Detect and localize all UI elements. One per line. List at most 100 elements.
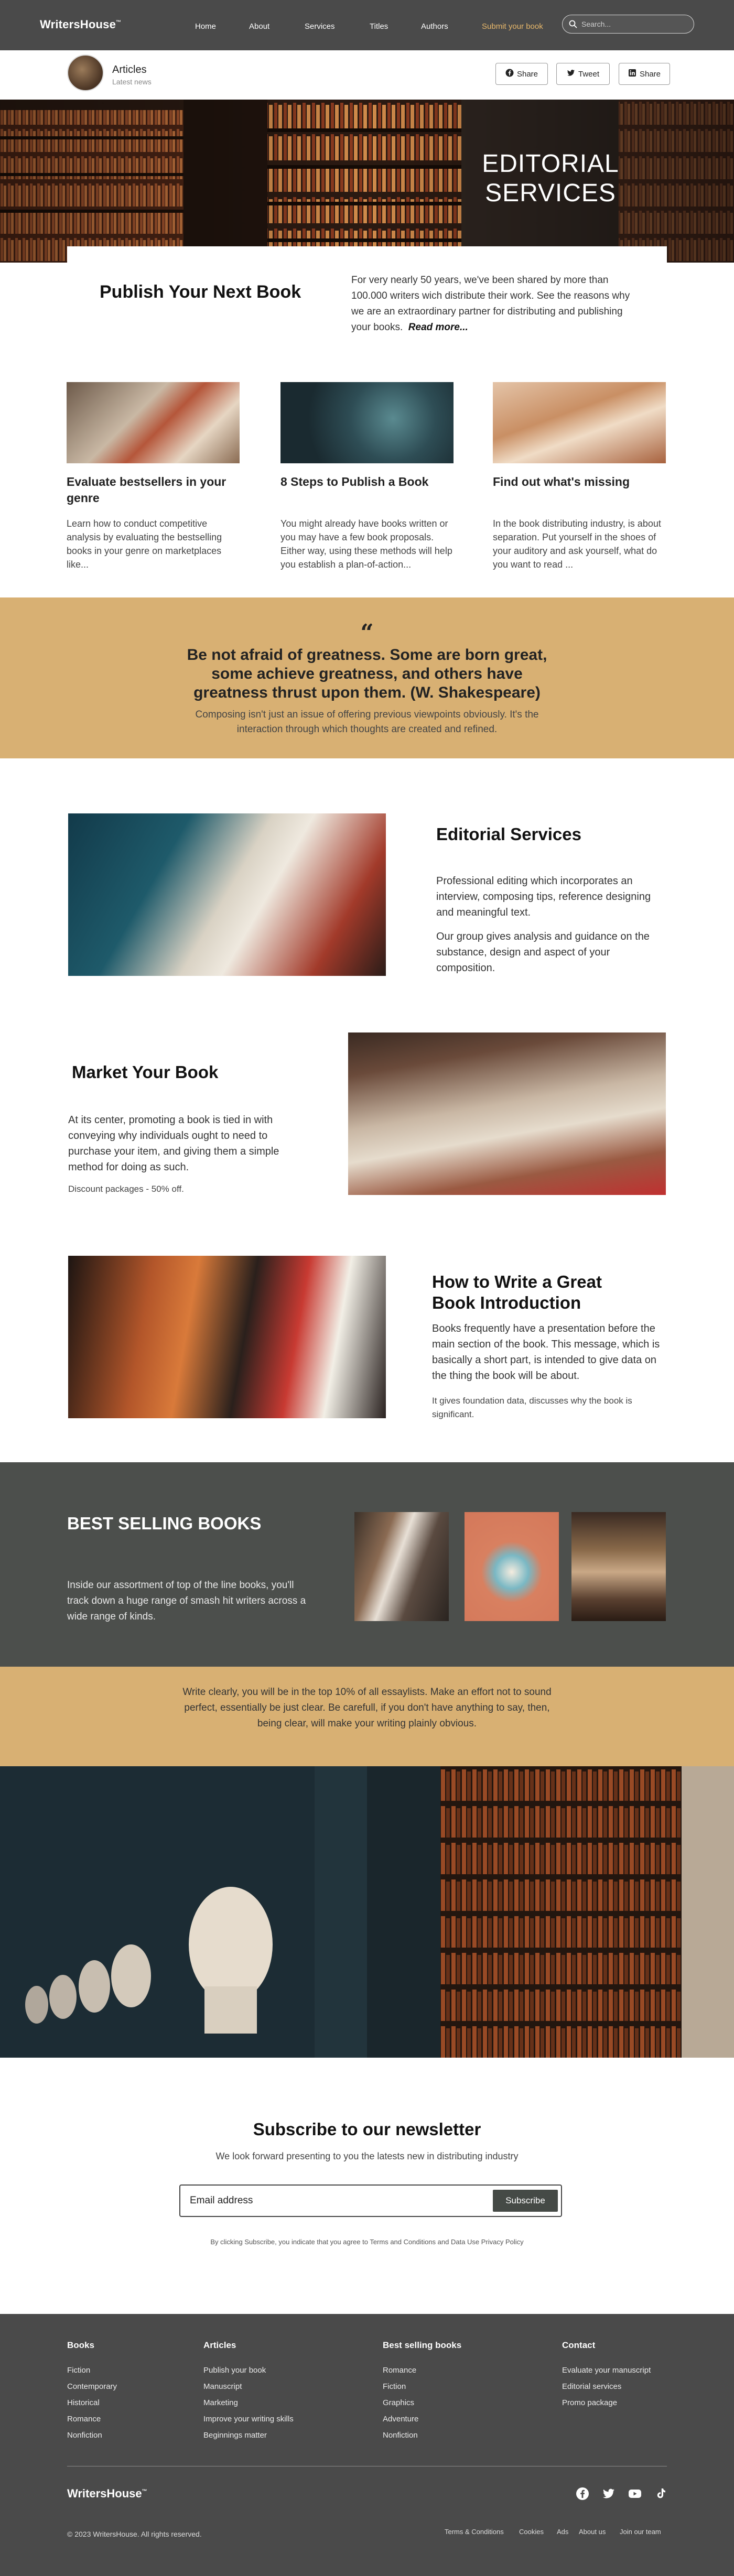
- footer-link[interactable]: Beginnings matter: [203, 2427, 294, 2443]
- card-image-missing[interactable]: [493, 382, 666, 463]
- brand-name: WritersHouse: [40, 18, 116, 31]
- editorial-services-text-2: Our group gives analysis and guidance on…: [436, 931, 650, 974]
- nav-link-submit-book[interactable]: Submit your book: [482, 22, 543, 31]
- quote-mark-icon: “: [360, 619, 374, 646]
- footer-column-title-articles: Articles: [203, 2340, 236, 2350]
- footer-link[interactable]: Improve your writing skills: [203, 2411, 294, 2427]
- library-busts-image: [0, 1766, 734, 2058]
- nav-link-authors[interactable]: Authors: [421, 22, 448, 31]
- footer-link[interactable]: Marketing: [203, 2395, 294, 2411]
- cookies-link[interactable]: Cookies: [519, 2528, 544, 2536]
- intro-body: For very nearly 50 years, we've been sha…: [351, 275, 630, 333]
- brand-trademark: ™: [116, 19, 122, 26]
- twitter-icon: [567, 69, 575, 79]
- brand-logo[interactable]: WritersHouse™: [40, 18, 121, 31]
- footer-column-title-books: Books: [67, 2340, 94, 2350]
- top-navigation: WritersHouse™ Home About Services Titles…: [0, 0, 734, 50]
- footer-link[interactable]: Nonfiction: [383, 2427, 418, 2443]
- quote-text: Be not afraid of greatness. Some are bor…: [187, 646, 547, 701]
- footer-link[interactable]: Promo package: [562, 2395, 651, 2411]
- newsletter-form: Subscribe: [179, 2184, 562, 2217]
- card-image-bestsellers[interactable]: [67, 382, 240, 463]
- footer-link[interactable]: Romance: [67, 2411, 117, 2427]
- search-icon: [569, 20, 577, 28]
- busts-illustration: [0, 1766, 734, 2058]
- footer-list-articles: Publish your book Manuscript Marketing I…: [203, 2362, 294, 2443]
- card-text-bestsellers: Learn how to conduct competitive analysi…: [67, 518, 222, 570]
- tiktok-icon[interactable]: [654, 2487, 668, 2501]
- editorial-services-text-1: Professional editing which incorporates …: [436, 875, 651, 918]
- join-team-link[interactable]: Join our team: [620, 2528, 661, 2536]
- footer-column-title-best-selling: Best selling books: [383, 2340, 462, 2350]
- article-bar-subtitle: Latest news: [112, 78, 152, 86]
- hero-banner: EDITORIAL SERVICES: [0, 100, 734, 263]
- best-selling-image-1[interactable]: [354, 1512, 449, 1621]
- market-book-image: [348, 1032, 666, 1195]
- footer-link[interactable]: Historical: [67, 2395, 117, 2411]
- book-introduction-note: It gives foundation data, discusses why …: [432, 1396, 632, 1419]
- book-introduction-text: Books frequently have a presentation bef…: [432, 1323, 660, 1382]
- tweet-label: Tweet: [578, 69, 600, 79]
- read-more-link[interactable]: Read more...: [408, 322, 468, 333]
- twitter-icon[interactable]: [602, 2487, 616, 2501]
- search-input[interactable]: [581, 19, 686, 29]
- footer-link[interactable]: Contemporary: [67, 2378, 117, 2395]
- footer-list-contact: Evaluate your manuscript Editorial servi…: [562, 2362, 651, 2411]
- intro-text: For very nearly 50 years, we've been sha…: [351, 273, 634, 335]
- about-us-link[interactable]: About us: [579, 2528, 606, 2536]
- share-linkedin-button[interactable]: Share: [619, 63, 670, 85]
- footer-link[interactable]: Fiction: [67, 2362, 117, 2378]
- editorial-services-image: [68, 813, 386, 976]
- share-facebook-button[interactable]: Share: [495, 63, 548, 85]
- footer: Books Fiction Contemporary Historical Ro…: [0, 2314, 734, 2576]
- card-title-bestsellers[interactable]: Evaluate bestsellers in your genre: [67, 474, 240, 506]
- footer-brand-trademark: ™: [142, 2488, 147, 2495]
- footer-link[interactable]: Manuscript: [203, 2378, 294, 2395]
- footer-link[interactable]: Editorial services: [562, 2378, 651, 2395]
- footer-link[interactable]: Nonfiction: [67, 2427, 117, 2443]
- card-text-publish-steps: You might already have books written or …: [280, 518, 452, 570]
- newsletter-text: We look forward presenting to you the la…: [215, 2151, 519, 2161]
- best-selling-image-3[interactable]: [571, 1512, 666, 1621]
- footer-brand-logo[interactable]: WritersHouse™: [67, 2487, 147, 2501]
- avatar: [67, 55, 104, 91]
- card-title-publish-steps[interactable]: 8 Steps to Publish a Book: [280, 474, 454, 490]
- youtube-icon[interactable]: [628, 2487, 642, 2501]
- card-title-missing[interactable]: Find out what's missing: [493, 474, 666, 490]
- terms-link[interactable]: Terms & Conditions: [445, 2528, 504, 2536]
- footer-link[interactable]: Fiction: [383, 2378, 418, 2395]
- ads-link[interactable]: Ads: [557, 2528, 568, 2536]
- share-label: Share: [639, 69, 661, 79]
- best-selling-text: Inside our assortment of top of the line…: [67, 1580, 306, 1622]
- copyright-text: © 2023 WritersHouse. All rights reserved…: [67, 2530, 202, 2538]
- share-label: Share: [516, 69, 538, 79]
- footer-column-title-contact: Contact: [562, 2340, 596, 2350]
- nav-link-services[interactable]: Services: [305, 22, 335, 31]
- search-box[interactable]: [562, 15, 694, 34]
- nav-link-about[interactable]: About: [249, 22, 269, 31]
- best-selling-section: BEST SELLING BOOKS Inside our assortment…: [0, 1462, 734, 1667]
- nav-link-home[interactable]: Home: [195, 22, 216, 31]
- footer-link[interactable]: Adventure: [383, 2411, 418, 2427]
- newsletter-title: Subscribe to our newsletter: [253, 2120, 481, 2139]
- newsletter-legal-text: By clicking Subscribe, you indicate that…: [210, 2238, 524, 2246]
- discount-note: Discount packages - 50% off.: [68, 1184, 184, 1194]
- card-image-publish-steps[interactable]: [280, 382, 454, 463]
- footer-link[interactable]: Evaluate your manuscript: [562, 2362, 651, 2378]
- market-book-title: Market Your Book: [72, 1062, 219, 1082]
- footer-link[interactable]: Romance: [383, 2362, 418, 2378]
- best-selling-image-2[interactable]: [465, 1512, 559, 1621]
- footer-link[interactable]: Graphics: [383, 2395, 418, 2411]
- email-field[interactable]: [190, 2193, 473, 2209]
- writing-tip-section: Write clearly, you will be in the top 10…: [0, 1667, 734, 1766]
- linkedin-icon: [628, 69, 636, 79]
- subscribe-button[interactable]: Subscribe: [493, 2190, 558, 2212]
- editorial-services-title: Editorial Services: [436, 824, 581, 844]
- facebook-icon[interactable]: [576, 2487, 589, 2501]
- share-twitter-button[interactable]: Tweet: [556, 63, 610, 85]
- market-book-text: At its center, promoting a book is tied …: [68, 1114, 279, 1173]
- nav-link-titles[interactable]: Titles: [370, 22, 388, 31]
- quote-subtext: Composing isn't just an issue of offerin…: [195, 709, 539, 735]
- intro-heading: Publish Your Next Book: [100, 282, 301, 302]
- footer-link[interactable]: Publish your book: [203, 2362, 294, 2378]
